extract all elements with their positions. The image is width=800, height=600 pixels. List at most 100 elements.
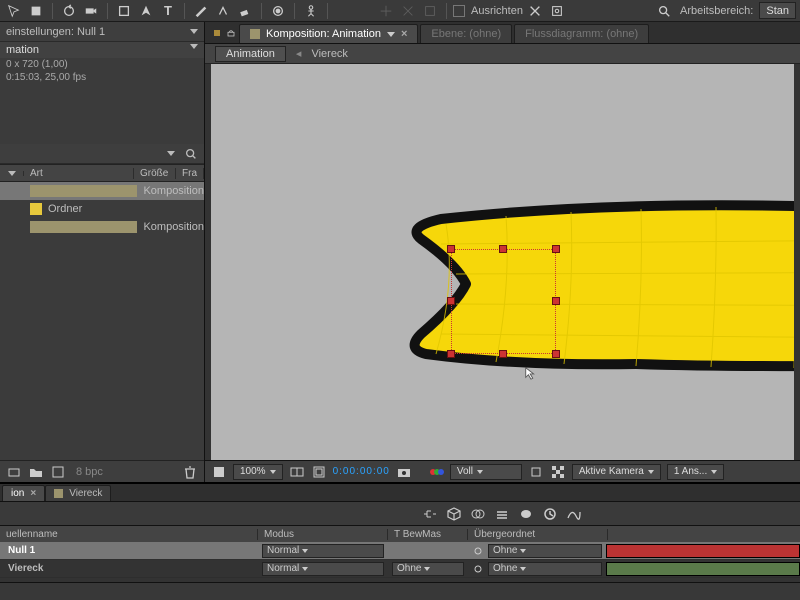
tab-composition[interactable]: Komposition: Animation× xyxy=(239,24,418,43)
toggle-alpha-icon[interactable] xyxy=(211,464,227,480)
puppet-tool[interactable] xyxy=(301,2,321,20)
search-icon[interactable] xyxy=(184,147,198,161)
project-item-label: Ordner xyxy=(48,203,82,215)
effect-row[interactable]: mation xyxy=(0,42,204,58)
timeline-toolbar: 0s 02s 04s xyxy=(0,502,800,526)
handle-nw[interactable] xyxy=(447,245,455,253)
null-bounding-box[interactable] xyxy=(451,249,556,354)
eraser-tool[interactable] xyxy=(235,2,255,20)
view-count-dropdown[interactable]: 1 Ans... xyxy=(667,464,724,480)
pen-tool[interactable] xyxy=(136,2,156,20)
comp-breadcrumb: Animation ◂ Viereck xyxy=(205,44,800,64)
panel-menu-icon[interactable] xyxy=(190,29,198,34)
handle-w[interactable] xyxy=(447,297,455,305)
hand-tool[interactable] xyxy=(26,2,46,20)
breadcrumb-animation[interactable]: Animation xyxy=(215,46,286,62)
timeline-columns-header: uellenname Modus T BewMas Übergeordnet xyxy=(0,526,800,542)
active-camera-dropdown[interactable]: Aktive Kamera xyxy=(572,464,661,480)
label-sort-icon[interactable] xyxy=(8,171,16,176)
collapse-icon[interactable] xyxy=(164,147,178,161)
show-channel-icon[interactable] xyxy=(428,464,444,480)
text-tool[interactable]: T xyxy=(158,2,178,20)
snapshot-icon[interactable] xyxy=(396,464,412,480)
timecode-base-icon[interactable] xyxy=(311,464,327,480)
cursor-icon xyxy=(524,366,538,383)
handle-s[interactable] xyxy=(499,350,507,358)
resolution-dropdown[interactable]: Voll xyxy=(450,464,522,480)
parent-dropdown[interactable]: Ohne xyxy=(488,544,602,558)
breadcrumb-caret-icon: ◂ xyxy=(296,47,302,60)
comp-duration: 0:15:03, 25,00 fps xyxy=(0,71,204,84)
motion-blur-icon[interactable] xyxy=(494,506,510,522)
brainstorm-icon[interactable] xyxy=(518,506,534,522)
frame-blend-icon[interactable] xyxy=(470,506,486,522)
layer-row-1[interactable]: Viereck Normal Ohne Ohne xyxy=(0,560,800,578)
pickwhip-icon[interactable] xyxy=(472,563,484,575)
handle-sw[interactable] xyxy=(447,350,455,358)
project-item-0[interactable]: Komposition xyxy=(0,182,204,200)
clone-tool[interactable] xyxy=(213,2,233,20)
layer-row-0[interactable]: Null 1 Normal Ohne xyxy=(0,542,800,560)
search-icon[interactable] xyxy=(654,2,674,20)
new-folder-icon[interactable] xyxy=(28,464,44,480)
workspace-dropdown[interactable]: Stan xyxy=(759,2,796,19)
pin-icon[interactable] xyxy=(225,25,237,41)
pickwhip-icon[interactable] xyxy=(472,545,484,557)
tab-layer[interactable]: Ebene: (ohne) xyxy=(420,24,512,43)
parent-dropdown[interactable]: Ohne xyxy=(488,562,602,576)
draft3d-icon[interactable] xyxy=(446,506,462,522)
comp-mini-flow-icon[interactable] xyxy=(422,506,438,522)
rotate-tool[interactable] xyxy=(59,2,79,20)
roi-icon[interactable] xyxy=(528,464,544,480)
comp-icon xyxy=(30,185,137,197)
current-time[interactable]: 0:00:00:00 xyxy=(333,466,390,477)
comp-footer: 100% 0:00:00:00 Voll Aktive Kamera 1 Ans… xyxy=(205,460,800,482)
timeline-footer xyxy=(0,582,800,600)
mode-dropdown[interactable]: Normal xyxy=(262,562,384,576)
snap-to-icon[interactable] xyxy=(547,2,567,20)
brush-tool[interactable] xyxy=(191,2,211,20)
handle-se[interactable] xyxy=(552,350,560,358)
tab-flowchart[interactable]: Flussdiagramm: (ohne) xyxy=(514,24,649,43)
handle-n[interactable] xyxy=(499,245,507,253)
project-item-1[interactable]: Ordner xyxy=(0,200,204,218)
selection-tool[interactable] xyxy=(4,2,24,20)
lock-icon[interactable] xyxy=(211,25,223,41)
mode-dropdown[interactable]: Normal xyxy=(262,544,384,558)
timeline-tabs: ion× Viereck xyxy=(0,484,800,502)
main-toolbar: T Ausrichten Arbeitsbereich: Stan xyxy=(0,0,800,22)
interpret-footage-icon[interactable] xyxy=(6,464,22,480)
timeline-tab-viereck[interactable]: Viereck xyxy=(45,485,111,501)
comp-icon xyxy=(30,221,137,233)
layer-name: Null 1 xyxy=(0,545,258,556)
shape-tool[interactable] xyxy=(114,2,134,20)
timeline-tab-active[interactable]: ion× xyxy=(2,485,45,501)
view-axis-icon[interactable] xyxy=(420,2,440,20)
project-footer: 8 bpc xyxy=(0,460,204,482)
new-comp-icon[interactable] xyxy=(50,464,66,480)
close-tab-icon[interactable]: × xyxy=(401,28,407,40)
breadcrumb-viereck[interactable]: Viereck xyxy=(311,48,347,60)
bpc-label[interactable]: 8 bpc xyxy=(76,466,103,478)
trash-icon[interactable] xyxy=(182,464,198,480)
resolution-half-icon[interactable] xyxy=(289,464,305,480)
transparency-grid-icon[interactable] xyxy=(550,464,566,480)
project-item-2[interactable]: Komposition xyxy=(0,218,204,236)
local-axis-icon[interactable] xyxy=(376,2,396,20)
handle-e[interactable] xyxy=(552,297,560,305)
align-label: Ausrichten xyxy=(471,5,523,17)
align-checkbox[interactable] xyxy=(453,5,465,17)
rotobrush-tool[interactable] xyxy=(268,2,288,20)
world-axis-icon[interactable] xyxy=(398,2,418,20)
camera-tool[interactable] xyxy=(81,2,101,20)
auto-keyframe-icon[interactable] xyxy=(542,506,558,522)
trkmat-dropdown[interactable]: Ohne xyxy=(392,562,464,576)
handle-ne[interactable] xyxy=(552,245,560,253)
project-columns-header: Art Größe Fra xyxy=(0,164,204,182)
snap-icon[interactable] xyxy=(525,2,545,20)
layer-name: Viereck xyxy=(0,563,258,574)
zoom-dropdown[interactable]: 100% xyxy=(233,464,283,480)
composition-viewport[interactable] xyxy=(211,64,794,460)
comp-dimensions: 0 x 720 (1,00) xyxy=(0,58,204,71)
graph-editor-icon[interactable] xyxy=(566,506,582,522)
